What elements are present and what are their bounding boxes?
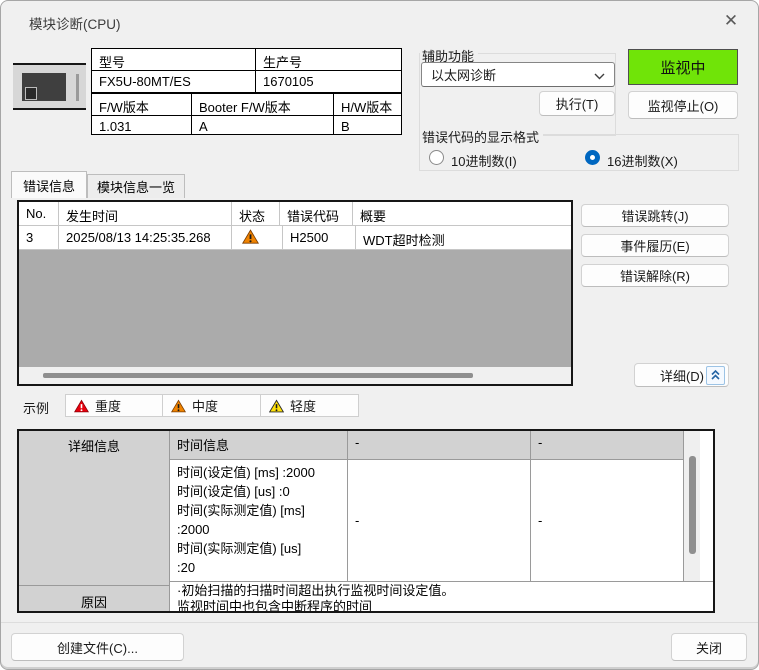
detail-col2-value: -: [348, 460, 530, 581]
error-jump-button[interactable]: 错误跳转(J): [581, 204, 729, 227]
vertical-scrollbar-thumb[interactable]: [689, 456, 696, 554]
time-line: 时间(实际测定值) [ms]: [177, 501, 345, 520]
horizontal-scrollbar[interactable]: [19, 367, 571, 384]
cpu-module-connector: [25, 87, 37, 100]
error-clear-button[interactable]: 错误解除(R): [581, 264, 729, 287]
tab-module-info-list[interactable]: 模块信息一览: [87, 174, 185, 198]
aux-function-dropdown-value: 以太网诊断: [431, 65, 496, 84]
error-table: No. 发生时间 状态 错误代码 概要 3 2025/08/13 14:25:3…: [17, 200, 573, 386]
detail-column-2: - -: [348, 431, 531, 581]
serial-label: 生产号: [256, 49, 401, 71]
cause-text: ·初始扫描的扫描时间超出执行监视时间设定值。 监视时间中也包含中断程序的时间: [170, 582, 713, 611]
cpu-module-slot: [76, 74, 79, 101]
decimal-radio-label[interactable]: 10进制数(I): [451, 151, 517, 170]
event-history-button[interactable]: 事件履历(E): [581, 234, 729, 257]
error-table-empty-area: [19, 250, 571, 367]
detail-button[interactable]: 详细(D): [634, 363, 729, 387]
model-label: 型号: [92, 49, 256, 71]
error-code: H2500: [283, 226, 356, 250]
warning-triangle-red-icon: [74, 399, 89, 413]
decimal-radio[interactable]: [429, 150, 444, 165]
cause-line-1: ·初始扫描的扫描时间超出执行监视时间设定值。: [177, 583, 713, 599]
model-value: FX5U-80MT/ES: [92, 71, 256, 93]
aux-function-dropdown[interactable]: 以太网诊断: [421, 62, 615, 87]
execute-button[interactable]: 执行(T): [539, 91, 615, 116]
fw-value: 1.031: [92, 116, 192, 135]
detail-info-row-label: 详细信息: [19, 431, 169, 586]
module-diagnostics-dialog: 模块诊断(CPU) ✕ 型号 生产号 FX5U-80MT/ES 1670105 …: [0, 0, 759, 670]
fw-label: F/W版本: [92, 94, 192, 116]
detail-button-label: 详细(D): [660, 366, 704, 385]
monitor-stop-button[interactable]: 监视停止(O): [628, 91, 738, 119]
title-bar: 模块诊断(CPU) ✕: [1, 1, 759, 41]
col-header-status: 状态: [232, 202, 280, 226]
time-info-header: 时间信息: [170, 431, 347, 460]
detail-col3-header: -: [531, 431, 683, 460]
time-line: 时间(设定值) [us] :0: [177, 482, 345, 501]
footer-divider: [1, 622, 759, 623]
close-button[interactable]: 关闭: [671, 633, 747, 661]
detail-column-time: 时间信息 时间(设定值) [ms] :2000 时间(设定值) [us] :0 …: [170, 431, 348, 581]
time-info-values: 时间(设定值) [ms] :2000 时间(设定值) [us] :0 时间(实际…: [170, 460, 347, 581]
error-format-label: 错误代码的显示格式: [420, 127, 543, 146]
cpu-module-image: [13, 63, 86, 110]
detail-col3-value: -: [531, 460, 683, 581]
hw-value: B: [334, 116, 401, 135]
hexadecimal-radio-label[interactable]: 16进制数(X): [607, 151, 678, 170]
booter-value: A: [192, 116, 334, 135]
create-file-button[interactable]: 创建文件(C)...: [11, 633, 184, 661]
legend-moderate-label: 中度: [192, 396, 218, 415]
tab-error-info[interactable]: 错误信息: [11, 171, 87, 198]
double-chevron-up-icon: [706, 366, 725, 385]
time-line: :20: [177, 558, 345, 577]
warning-triangle-yellow-icon: [269, 399, 284, 413]
col-header-no: No.: [19, 202, 59, 226]
warning-triangle-orange-icon: [171, 399, 186, 413]
legend-moderate: 中度: [163, 394, 261, 417]
col-header-code: 错误代码: [280, 202, 353, 226]
time-line: :2000: [177, 520, 345, 539]
chevron-down-icon: [594, 73, 605, 80]
detail-table-label-column: 详细信息 原因: [19, 431, 170, 611]
error-summary: WDT超时检测: [356, 226, 571, 250]
warning-triangle-icon: [232, 226, 283, 250]
monitoring-status-indicator: 监视中: [628, 49, 738, 85]
detail-col2-header: -: [348, 431, 530, 460]
booter-label: Booter F/W版本: [192, 94, 334, 116]
legend-severe-label: 重度: [95, 396, 121, 415]
col-header-time: 发生时间: [59, 202, 232, 226]
time-line: 时间(实际测定值) [us]: [177, 539, 345, 558]
legend: 重度 中度 轻度: [65, 394, 359, 417]
hw-label: H/W版本: [334, 94, 401, 116]
serial-value: 1670105: [256, 71, 401, 93]
close-icon[interactable]: ✕: [720, 10, 742, 32]
col-header-summary: 概要: [353, 202, 571, 226]
error-no: 3: [19, 226, 59, 250]
detail-column-3: - -: [531, 431, 684, 581]
table-row[interactable]: 3 2025/08/13 14:25:35.268 H2500 WDT超时检测: [19, 226, 571, 250]
legend-label: 示例: [23, 398, 49, 417]
cause-row-label: 原因: [19, 586, 169, 611]
cause-line-2: 监视时间中也包含中断程序的时间: [177, 599, 713, 611]
dialog-title: 模块诊断(CPU): [29, 13, 121, 33]
legend-severe: 重度: [65, 394, 163, 417]
legend-minor: 轻度: [261, 394, 359, 417]
module-info-table: 型号 生产号 FX5U-80MT/ES 1670105 F/W版本 Booter…: [91, 48, 402, 135]
error-table-header-row: No. 发生时间 状态 错误代码 概要: [19, 202, 571, 226]
error-time: 2025/08/13 14:25:35.268: [59, 226, 232, 250]
time-line: 时间(设定值) [ms] :2000: [177, 463, 345, 482]
hexadecimal-radio[interactable]: [585, 150, 600, 165]
vertical-scrollbar[interactable]: [684, 431, 700, 581]
detail-table: 详细信息 原因 时间信息 时间(设定值) [ms] :2000 时间(设定值) …: [17, 429, 715, 613]
legend-minor-label: 轻度: [290, 396, 316, 415]
horizontal-scrollbar-thumb[interactable]: [43, 373, 473, 378]
